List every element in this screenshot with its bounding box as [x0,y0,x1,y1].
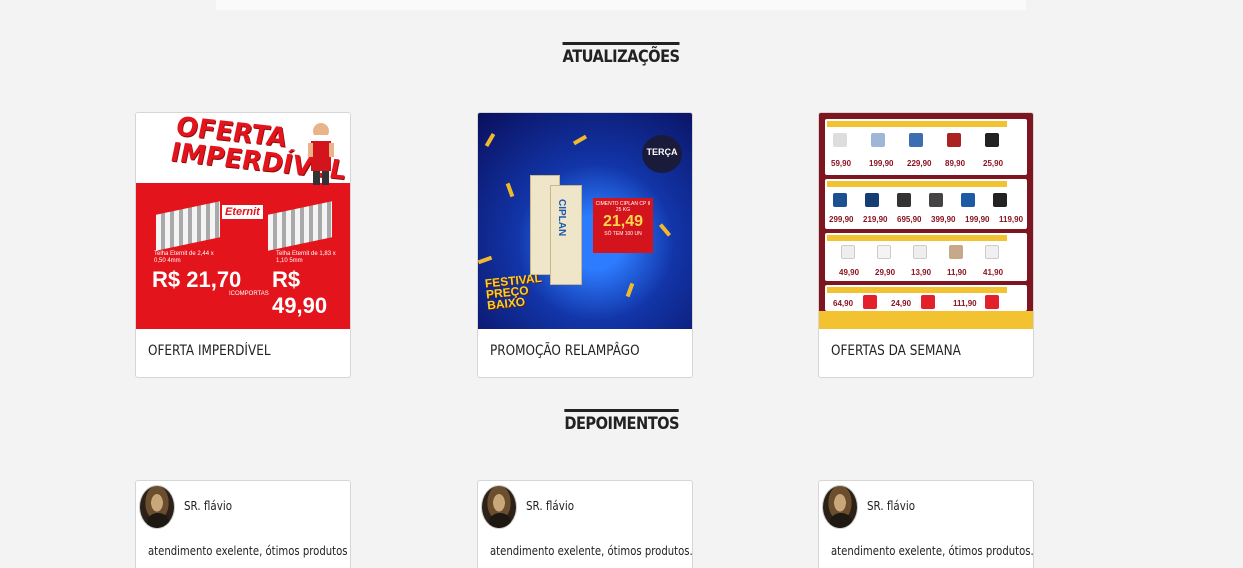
confetti-2 [505,182,515,198]
flyer-item1-price: R$ 21,70 [152,267,242,292]
waterproof-product-2 [921,295,935,309]
flyer-image-ofertas[interactable]: 59,90 199,90 229,90 89,90 25,90 299,90 2… [819,113,1033,329]
testimonial-text: atendimento exelente, ótimos produtos. [831,544,1034,558]
avatar [822,485,858,529]
updates-heading: ATUALIZAÇÕES [562,42,681,67]
testimonial-card: SR. flávio atendimento exelente, ótimos … [818,480,1034,568]
avatar [481,485,517,529]
flyer-image-oferta[interactable]: OFERTA IMPERDÍVEL Eternit Telha Eternit … [136,113,350,329]
pipe-product-2 [877,245,891,259]
paint-product-4 [947,133,961,147]
flyer-price: 229,90 [907,159,932,168]
paint-product-3 [909,133,923,147]
flyer-item2-price: R$ 49,90 [272,267,328,318]
testimonials-section-title: DEPOIMENTOS [0,409,1243,434]
pipe-product-5 [985,245,999,259]
pipe-product-4 [949,245,963,259]
flyer-price: 25,90 [983,159,1004,168]
flyer-store-name: ICOMPORTAS [229,291,269,297]
update-caption[interactable]: OFERTAS DA SEMANA [831,343,961,359]
testimonial-author: SR. flávio [184,499,233,513]
confetti-6 [478,255,493,265]
flyer-price: 41,90 [983,268,1004,277]
waterproof-product-1 [863,295,877,309]
tool-product-5 [961,193,975,207]
flyer-price: 64,90 [833,299,854,308]
tool-product-2 [865,193,879,207]
confetti-5 [625,282,635,298]
paint-product-5 [985,133,999,147]
confetti-1 [484,132,496,148]
tool-product-4 [929,193,943,207]
testimonial-author: SR. flávio [526,499,575,513]
offer-box: CIMENTO CIPLAN CP II 25 KG 21,49 SÓ TEM … [593,198,653,253]
confetti-4 [658,223,672,237]
tool-product-3 [897,193,911,207]
flyer-price: 111,90 [953,299,977,308]
offer-footer: SÓ TEM 100 UN [604,231,642,237]
flyer-price: 199,90 [965,215,990,224]
tool-product-1 [833,193,847,207]
pipe-product-1 [841,245,855,259]
pipe-product-3 [913,245,927,259]
testimonial-card: SR. flávio atendimento exelente, ótimos … [135,480,351,568]
avatar [139,485,175,529]
mascot-icon [308,123,334,185]
flyer-price: 199,90 [869,159,894,168]
flyer-price: 695,90 [897,215,922,224]
waterproof-product-3 [985,295,999,309]
flyer-item1-text: Telha Eternit de 2,44 x 0,50 4mm [154,251,214,264]
flyer-price: 59,90 [831,159,852,168]
confetti-3 [572,134,588,146]
testimonials-heading: DEPOIMENTOS [564,409,679,434]
day-badge: TERÇA [642,135,682,173]
offer-text: CIMENTO CIPLAN CP II 25 KG [595,201,651,213]
bag-brand-label: CIPLAN [556,199,567,237]
updates-section-title: ATUALIZAÇÕES [0,42,1243,67]
offer-price: 21,49 [602,213,644,230]
update-caption[interactable]: PROMOÇÃO RELAMPÂGO [490,343,640,359]
festival-label: FESTIVAL PREÇO BAIXO [484,270,543,313]
flyer-section-header-1 [827,121,1007,127]
flyer-section-header-2 [827,181,1007,187]
paint-product-1 [833,133,847,147]
paint-product-2 [871,133,885,147]
update-caption[interactable]: OFERTA IMPERDÍVEL [148,343,271,359]
testimonial-text: atendimento exelente, ótimos produtos. [490,544,693,558]
flyer-price: 299,90 [829,215,854,224]
flyer-price: 219,90 [863,215,888,224]
testimonial-author: SR. flávio [867,499,916,513]
update-card-promocao-relampago[interactable]: CIPLAN CIMENTO CIPLAN CP II 25 KG 21,49 … [477,112,693,378]
update-card-oferta-imperdivel[interactable]: OFERTA IMPERDÍVEL Eternit Telha Eternit … [135,112,351,378]
flyer-brand-logo: Eternit [222,205,263,219]
testimonial-card: SR. flávio atendimento exelente, ótimos … [477,480,693,568]
flyer-price: 399,90 [931,215,956,224]
flyer-price: 24,90 [891,299,912,308]
flyer-price: 11,90 [947,268,967,277]
testimonial-text: atendimento exelente, ótimos produtos [148,544,348,558]
flyer-price: 89,90 [945,159,966,168]
flyer-section-header-3 [827,235,1007,241]
flyer-section-header-4 [827,287,1007,293]
flyer-price: 13,90 [911,268,932,277]
top-content-strip [216,0,1026,10]
flyer-image-promocao[interactable]: CIPLAN CIMENTO CIPLAN CP II 25 KG 21,49 … [478,113,692,329]
flyer-item2-text: Telha Eternit de 1,83 x 1,10 5mm [276,251,336,264]
flyer-price: 49,90 [839,268,860,277]
tool-product-6 [993,193,1007,207]
update-card-ofertas-da-semana[interactable]: 59,90 199,90 229,90 89,90 25,90 299,90 2… [818,112,1034,378]
flyer-footer-band [819,311,1033,329]
flyer-price: 29,90 [875,268,896,277]
flyer-price: 119,90 [999,215,1024,224]
